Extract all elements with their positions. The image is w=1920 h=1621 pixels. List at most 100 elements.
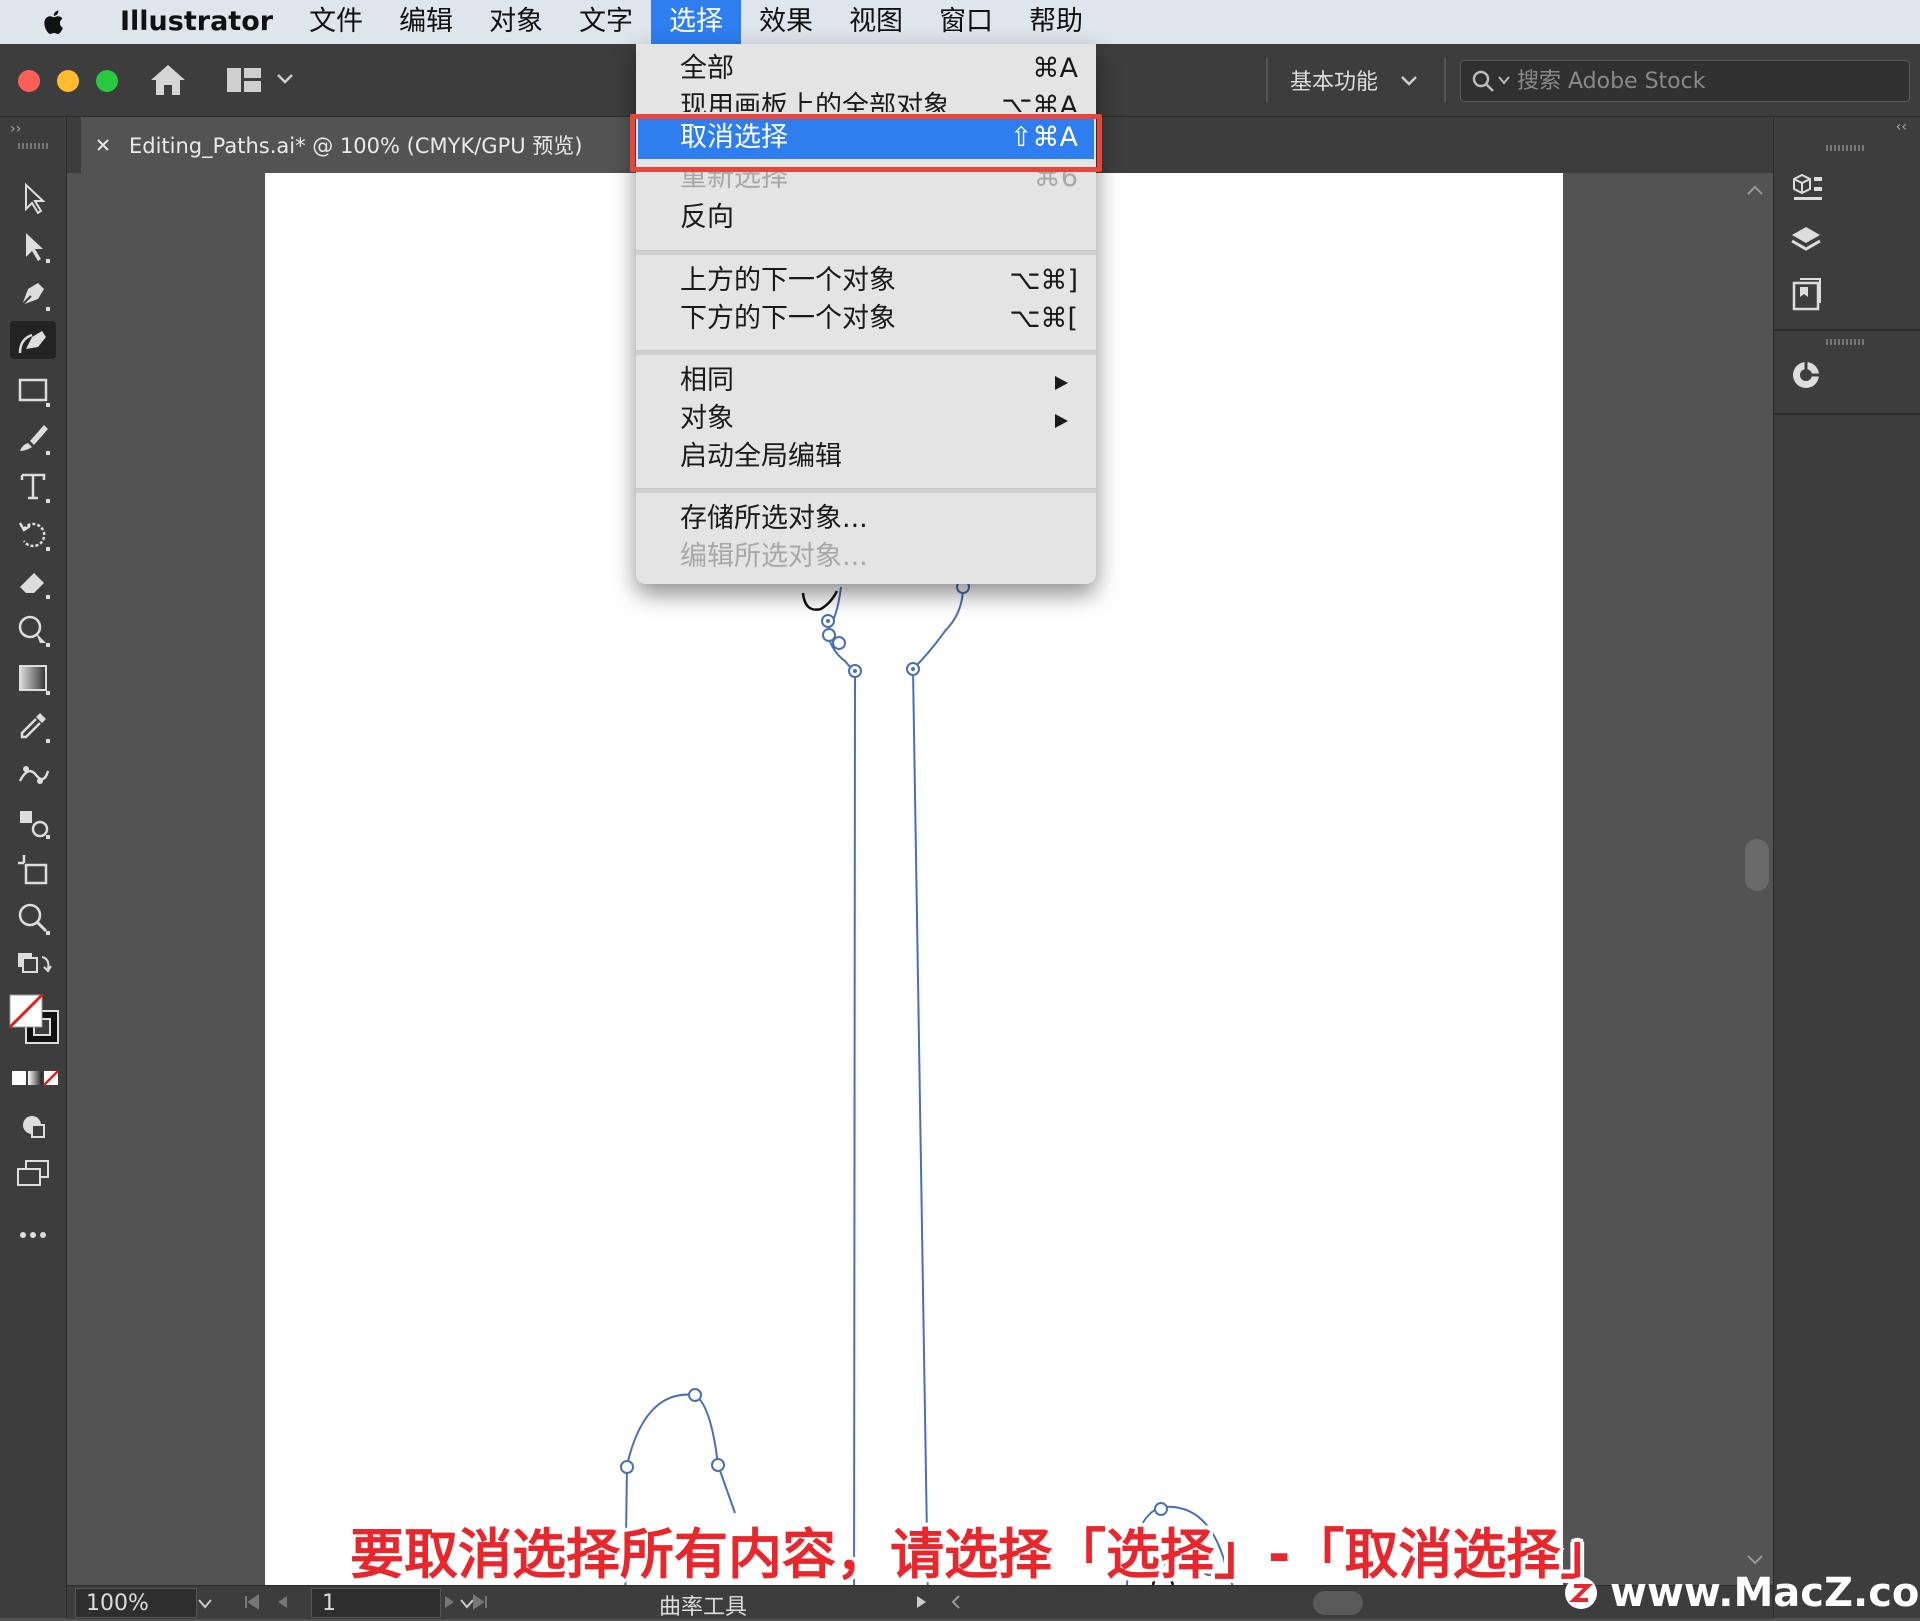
panel-grip[interactable] [1826, 145, 1866, 151]
vertical-scrollbar[interactable] [1737, 173, 1773, 1585]
chevron-down-icon[interactable] [276, 72, 294, 86]
draw-mode-icon [23, 1116, 45, 1138]
submenu-arrow-icon [1055, 376, 1068, 390]
libraries-panel-icon[interactable] [1786, 275, 1826, 315]
menu-item-reselect: 重新选择 ⌘6 [636, 172, 1096, 198]
gradient-tool[interactable] [14, 659, 52, 697]
menu-item-select-all-on-artboard[interactable]: 现用画板上的全部对象 ⌥⌘A [636, 88, 1096, 112]
horizontal-scrollbar-thumb[interactable] [1313, 1591, 1363, 1615]
curvature-tool[interactable] [10, 321, 56, 359]
chevron-left-icon[interactable] [947, 1594, 965, 1610]
home-icon[interactable] [148, 62, 188, 98]
magnifier-icon [18, 903, 50, 935]
macos-menubar: Illustrator 文件 编辑 对象 文字 选择 效果 视图 窗口 帮助 [0, 0, 1920, 44]
direct-selection-tool[interactable] [14, 227, 52, 265]
menu-item-save-selection[interactable]: 存储所选对象... [636, 500, 1096, 538]
menu-select[interactable]: 选择 [651, 0, 742, 44]
previous-page-icon[interactable] [273, 1594, 291, 1610]
color-gradient-none-icon [12, 1070, 59, 1086]
type-tool[interactable] [14, 467, 52, 505]
callout-highlight-box [630, 114, 1102, 172]
menu-item-next-object-below[interactable]: 下方的下一个对象 ⌥⌘[ [636, 300, 1096, 338]
menu-app-name[interactable]: Illustrator [102, 0, 291, 44]
panel-grip[interactable] [18, 143, 48, 149]
direct-selection-arrow-icon [26, 233, 50, 263]
menu-effect[interactable]: 效果 [741, 0, 831, 44]
page-number: 1 [322, 1590, 336, 1616]
page-number-field[interactable]: 1 [311, 1588, 441, 1618]
search-input[interactable] [1515, 65, 1899, 97]
collapse-panel-icon[interactable]: ‹‹ [1896, 119, 1907, 135]
edit-toolbar-button[interactable] [14, 1215, 52, 1253]
menu-item-edit-selection: 编辑所选对象... [636, 538, 1096, 576]
fill-stroke-swatches[interactable] [6, 991, 66, 1051]
menu-item-select-all[interactable]: 全部 ⌘A [636, 50, 1096, 88]
rectangle-tool[interactable] [14, 371, 52, 409]
menu-item-shortcut: ⌥⌘] [1009, 265, 1078, 296]
zoom-level-field[interactable]: 100% [75, 1588, 197, 1618]
anchor-point [688, 1388, 702, 1402]
chevron-down-icon[interactable] [197, 1598, 213, 1610]
collapse-panel-icon[interactable]: ›› [10, 121, 21, 137]
menu-item-next-object-above[interactable]: 上方的下一个对象 ⌥⌘] [636, 262, 1096, 300]
selection-tool[interactable] [14, 179, 52, 217]
chevron-up-icon[interactable] [1745, 183, 1765, 197]
left-stem-path [825, 586, 857, 1585]
play-icon[interactable] [913, 1594, 931, 1610]
document-tab[interactable]: Editing_Paths.ai* @ 100% (CMYK/GPU 预览) [81, 117, 647, 173]
shape-builder-tool[interactable] [14, 611, 52, 649]
menu-file[interactable]: 文件 [291, 0, 381, 44]
menu-help[interactable]: 帮助 [1011, 0, 1101, 44]
screen-mode-control[interactable] [14, 1155, 52, 1193]
more-dots-icon [20, 1232, 46, 1238]
last-page-icon[interactable] [471, 1594, 489, 1610]
blend-icon [20, 811, 50, 839]
menu-window[interactable]: 窗口 [921, 0, 1011, 44]
menu-edit[interactable]: 编辑 [381, 0, 471, 44]
first-page-icon[interactable] [243, 1594, 261, 1610]
right-stem-path [911, 586, 964, 1585]
menu-object[interactable]: 对象 [471, 0, 561, 44]
pen-tool[interactable] [14, 275, 52, 313]
window-minimize-button[interactable] [57, 70, 79, 92]
menu-item-object[interactable]: 对象 [636, 400, 1096, 438]
menu-view[interactable]: 视图 [831, 0, 921, 44]
menu-type[interactable]: 文字 [561, 0, 651, 44]
properties-panel-icon[interactable] [1786, 167, 1826, 207]
panel-grip[interactable] [1826, 339, 1866, 345]
stock-search-box[interactable] [1460, 60, 1910, 102]
divider [1444, 58, 1446, 102]
chevron-down-icon[interactable] [1400, 74, 1418, 88]
eraser-tool[interactable] [14, 563, 52, 601]
menu-item-inverse[interactable]: 反向 [636, 199, 1096, 237]
puppet-warp-icon [18, 766, 50, 784]
current-tool-label: 曲率工具 [659, 1595, 748, 1620]
scrollbar-thumb[interactable] [1745, 839, 1769, 891]
zoom-tool[interactable] [14, 899, 52, 937]
puppet-warp-tool[interactable] [14, 755, 52, 793]
apple-logo-icon[interactable] [40, 7, 70, 37]
blend-tool[interactable] [14, 803, 52, 841]
menu-item-start-global-edit[interactable]: 启动全局编辑 [636, 438, 1096, 476]
pen-icon [21, 283, 50, 311]
drawing-mode-control[interactable] [14, 1107, 52, 1145]
close-icon[interactable] [95, 137, 111, 153]
next-page-icon[interactable] [441, 1594, 459, 1610]
arrange-documents-icon[interactable] [226, 66, 262, 94]
swap-fill-stroke-control[interactable] [14, 947, 52, 985]
chevron-down-icon[interactable] [1497, 75, 1511, 85]
rotate-tool[interactable] [14, 515, 52, 553]
color-themes-panel-icon[interactable] [1786, 355, 1826, 395]
eyedropper-tool[interactable] [14, 707, 52, 745]
paintbrush-tool[interactable] [14, 419, 52, 457]
artboard-tool[interactable] [14, 851, 52, 889]
layers-panel-icon[interactable] [1786, 221, 1826, 261]
document-tab-title: Editing_Paths.ai* @ 100% (CMYK/GPU 预览) [129, 134, 583, 158]
workspace-switcher[interactable]: 基本功能 [1290, 64, 1378, 96]
window-zoom-button[interactable] [96, 70, 118, 92]
anchor-center [826, 619, 830, 623]
chevron-down-icon[interactable] [1745, 1553, 1765, 1567]
window-close-button[interactable] [18, 70, 40, 92]
color-mode-buttons[interactable] [10, 1059, 66, 1097]
menu-item-same[interactable]: 相同 [636, 362, 1096, 400]
